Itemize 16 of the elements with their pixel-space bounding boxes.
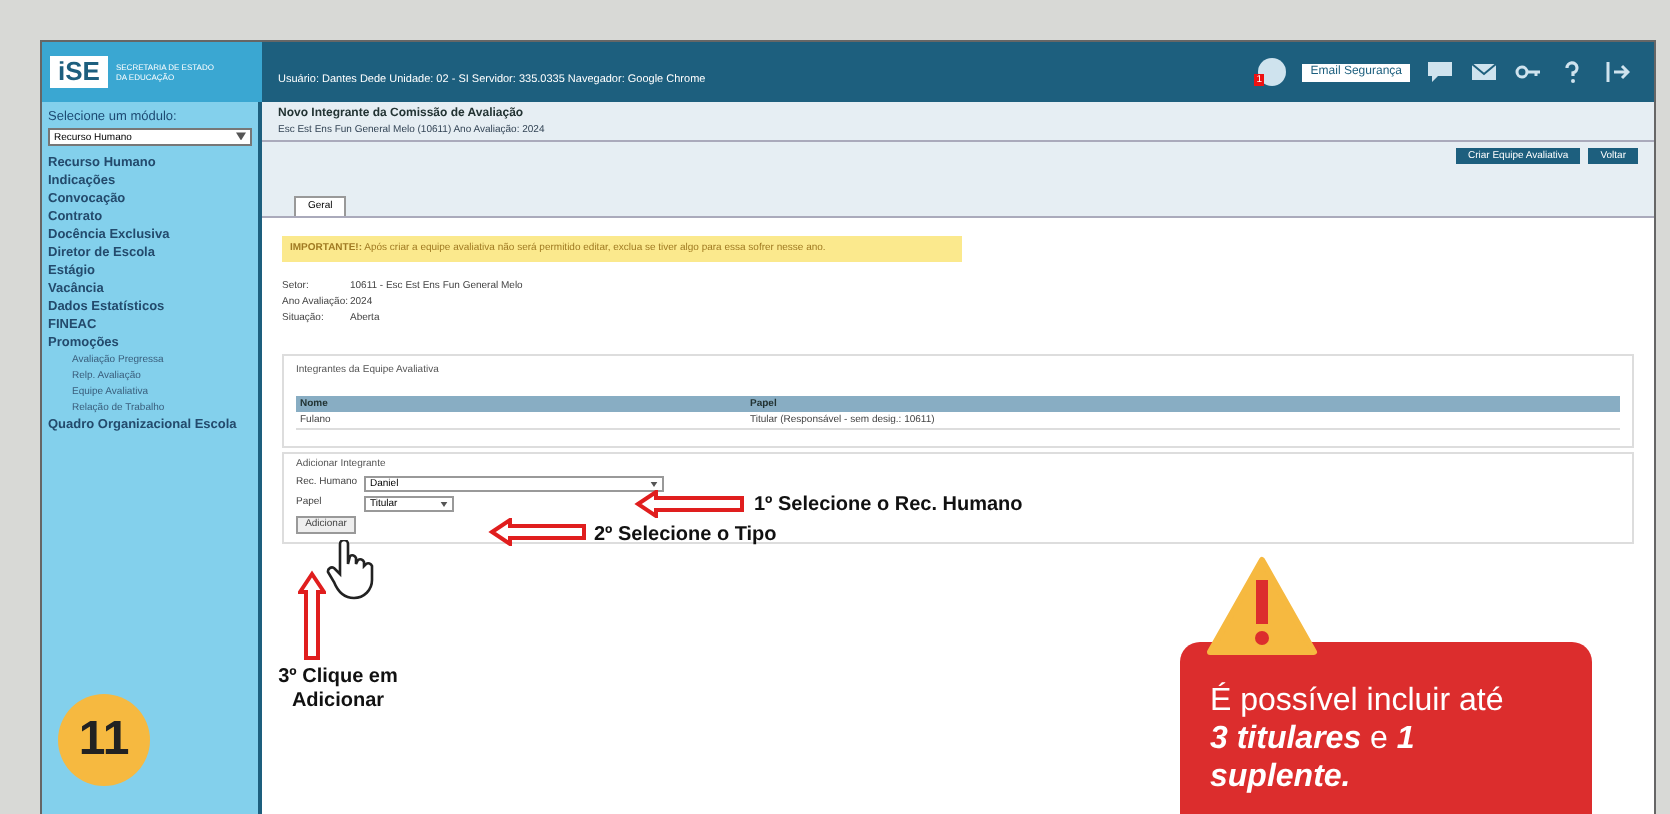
step-label: 3º Clique em Adicionar <box>276 666 400 714</box>
caret-icon <box>236 132 246 141</box>
mail-icon[interactable] <box>1470 60 1498 84</box>
logo-text: iSE <box>50 56 108 88</box>
hand-cursor-icon <box>326 540 374 600</box>
arrow-icon <box>488 518 588 546</box>
chat-icon[interactable] <box>1426 60 1454 84</box>
arrow-icon <box>298 570 326 662</box>
arrow-icon <box>634 490 746 518</box>
caret-icon <box>650 481 658 487</box>
step-label: 2º Selecione o Tipo <box>594 522 777 550</box>
callout-text: É possível incluir até 3 titulares e 1 suplente. <box>1210 682 1506 796</box>
key-icon[interactable] <box>1514 60 1542 84</box>
exit-icon[interactable] <box>1602 60 1630 84</box>
caret-icon <box>440 501 448 507</box>
step-label: 1º Selecione o Rec. Humano <box>754 492 1023 520</box>
